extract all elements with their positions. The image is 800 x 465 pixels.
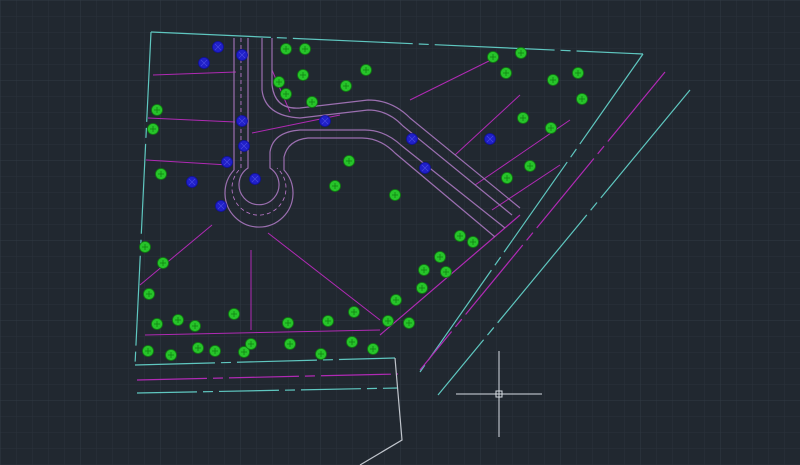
street-light-symbol[interactable] — [236, 49, 248, 61]
tree-symbol[interactable] — [467, 236, 479, 248]
tree-symbol[interactable] — [500, 67, 512, 79]
tree-symbol[interactable] — [282, 317, 294, 329]
tree-symbol[interactable] — [418, 264, 430, 276]
tree-symbol[interactable] — [147, 123, 159, 135]
tree-symbol[interactable] — [517, 112, 529, 124]
tree-symbol[interactable] — [209, 345, 221, 357]
street-light-symbol[interactable] — [484, 133, 496, 145]
tree-symbol[interactable] — [576, 93, 588, 105]
street-light-symbol[interactable] — [212, 41, 224, 53]
tree-symbol[interactable] — [280, 43, 292, 55]
tree-symbol[interactable] — [151, 318, 163, 330]
tree-symbol[interactable] — [157, 257, 169, 269]
tree-symbol[interactable] — [390, 294, 402, 306]
tree-symbol[interactable] — [343, 155, 355, 167]
tree-symbol[interactable] — [572, 67, 584, 79]
tree-symbol[interactable] — [501, 172, 513, 184]
tree-symbol[interactable] — [329, 180, 341, 192]
tree-symbol[interactable] — [306, 96, 318, 108]
street-light-symbol[interactable] — [221, 156, 233, 168]
tree-symbol[interactable] — [315, 348, 327, 360]
tree-symbol[interactable] — [192, 342, 204, 354]
tree-symbol[interactable] — [389, 189, 401, 201]
tree-symbol[interactable] — [280, 88, 292, 100]
tree-symbol[interactable] — [322, 315, 334, 327]
tree-symbol[interactable] — [360, 64, 372, 76]
tree-symbol[interactable] — [416, 282, 428, 294]
tree-symbol[interactable] — [139, 241, 151, 253]
tree-symbol[interactable] — [515, 47, 527, 59]
street-light-symbol[interactable] — [198, 57, 210, 69]
tree-symbol[interactable] — [165, 349, 177, 361]
tree-symbol[interactable] — [172, 314, 184, 326]
street-light-symbol[interactable] — [249, 173, 261, 185]
tree-symbol[interactable] — [545, 122, 557, 134]
street-light-symbol[interactable] — [236, 115, 248, 127]
street-light-symbol[interactable] — [406, 133, 418, 145]
street-light-symbol[interactable] — [215, 200, 227, 212]
street-light-symbol[interactable] — [186, 176, 198, 188]
street-light-symbol[interactable] — [319, 115, 331, 127]
tree-symbol[interactable] — [367, 343, 379, 355]
tree-symbol[interactable] — [143, 288, 155, 300]
tree-symbol[interactable] — [346, 336, 358, 348]
tree-symbol[interactable] — [524, 160, 536, 172]
tree-symbol[interactable] — [151, 104, 163, 116]
tree-symbol[interactable] — [340, 80, 352, 92]
tree-symbol[interactable] — [382, 315, 394, 327]
tree-symbol[interactable] — [434, 251, 446, 263]
street-light-symbol[interactable] — [238, 140, 250, 152]
tree-symbol[interactable] — [487, 51, 499, 63]
tree-symbol[interactable] — [348, 306, 360, 318]
tree-symbol[interactable] — [403, 317, 415, 329]
tree-symbol[interactable] — [547, 74, 559, 86]
street-light-symbol[interactable] — [419, 162, 431, 174]
tree-symbol[interactable] — [299, 43, 311, 55]
tree-symbol[interactable] — [440, 266, 452, 278]
tree-symbol[interactable] — [273, 76, 285, 88]
tree-symbol[interactable] — [155, 168, 167, 180]
tree-symbol[interactable] — [297, 69, 309, 81]
tree-symbol[interactable] — [189, 320, 201, 332]
grid-major — [0, 0, 800, 465]
tree-symbol[interactable] — [454, 230, 466, 242]
tree-symbol[interactable] — [228, 308, 240, 320]
tree-symbol[interactable] — [142, 345, 154, 357]
tree-symbol[interactable] — [284, 338, 296, 350]
drawing-canvas[interactable] — [0, 0, 800, 465]
tree-symbol[interactable] — [245, 338, 257, 350]
